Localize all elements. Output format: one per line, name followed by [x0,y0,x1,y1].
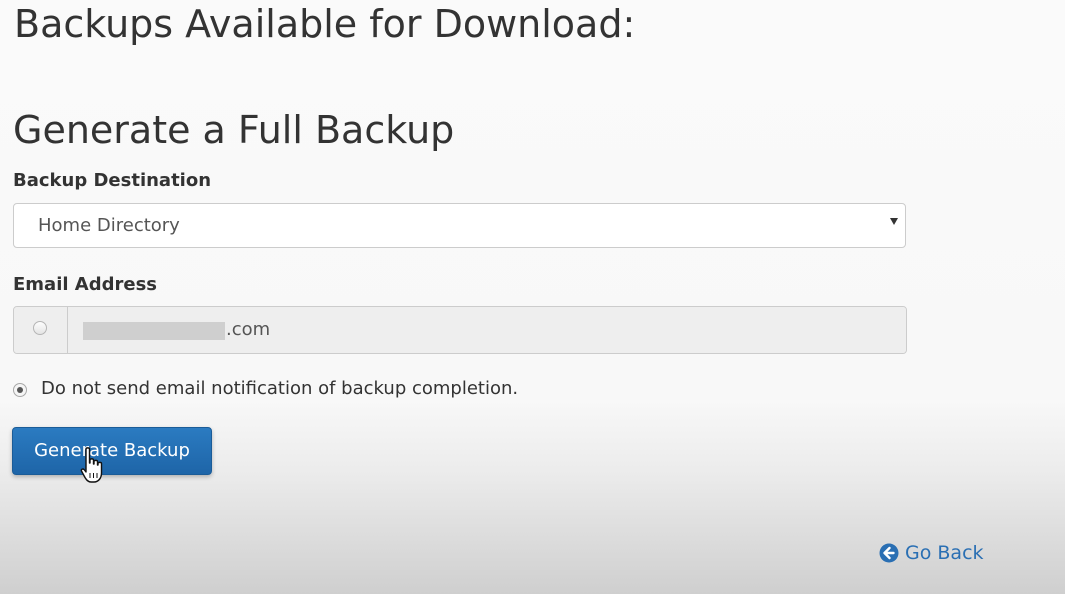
backup-destination-label: Backup Destination [13,170,212,191]
email-address-label: Email Address [13,274,158,295]
email-radio-addon [14,307,68,353]
backup-page: Backups Available for Download: Generate… [0,0,1065,594]
email-address-field[interactable]: .com [69,307,906,353]
backup-destination-select[interactable]: Home Directory [13,203,906,248]
backups-available-heading: Backups Available for Download: [14,2,636,46]
email-option-radio[interactable] [33,321,47,335]
caret-down-icon [890,218,898,225]
no-email-radio[interactable] [13,383,27,397]
generate-backup-button[interactable]: Generate Backup [12,427,212,475]
arrow-circle-left-icon [879,543,899,563]
no-email-option-label: Do not send email notification of backup… [41,378,519,399]
go-back-label: Go Back [905,542,984,564]
generate-full-backup-heading: Generate a Full Backup [13,108,455,152]
email-domain-suffix: .com [226,319,271,340]
backup-destination-selected-value: Home Directory [38,215,180,236]
redacted-email-text [83,322,225,340]
email-address-group: .com [13,306,907,354]
